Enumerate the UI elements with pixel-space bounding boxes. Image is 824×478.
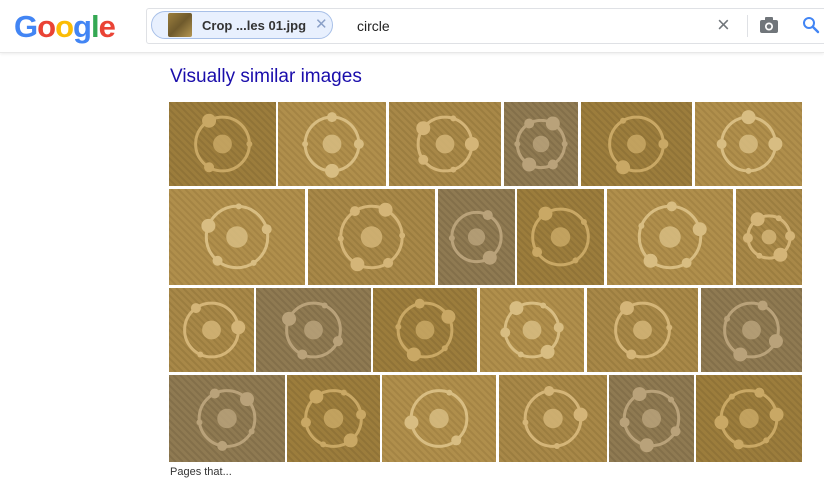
crop-circle-yin-yang-image[interactable]: [581, 102, 692, 186]
search-input[interactable]: [355, 17, 699, 35]
crop-circle-double-ring-image[interactable]: [382, 375, 496, 462]
crop-circle-grid-image[interactable]: [169, 375, 285, 462]
crop-circle-bar-image[interactable]: [499, 375, 607, 462]
search-icon[interactable]: [802, 16, 820, 39]
interlocking-rings-image[interactable]: [373, 288, 477, 372]
crop-circle-mandala-image[interactable]: [517, 189, 604, 285]
crop-circle-molecule-image[interactable]: [169, 102, 276, 186]
crop-circle-lines-image[interactable]: [278, 102, 386, 186]
crop-circle-tail-image[interactable]: [504, 102, 578, 186]
section-title-visually-similar[interactable]: Visually similar images: [170, 66, 362, 88]
image-query-chip[interactable]: Crop ...les 01.jpg ✕: [151, 11, 333, 39]
remove-image-icon[interactable]: ✕: [315, 15, 328, 33]
logo-letter: o: [37, 9, 56, 44]
ornate-ironwork-image[interactable]: [701, 288, 802, 372]
search-box[interactable]: Crop ...les 01.jpg ✕ ×: [146, 8, 824, 44]
google-logo[interactable]: Google: [14, 9, 116, 45]
circle-pendant-image[interactable]: [169, 288, 254, 372]
header-bar: Google Crop ...les 01.jpg ✕ ×: [0, 0, 824, 53]
camera-icon[interactable]: [759, 16, 779, 39]
crop-circle-crescent-image[interactable]: [695, 102, 802, 186]
logo-letter: l: [90, 9, 100, 44]
crop-circle-trail-image[interactable]: [308, 189, 435, 285]
crop-circle-eye-image[interactable]: [480, 288, 584, 372]
footer-text: Pages that...: [170, 466, 232, 478]
logo-letter: G: [14, 9, 38, 44]
crop-circle-triangle-image[interactable]: [389, 102, 501, 186]
logo-letter: g: [73, 9, 92, 44]
crop-circle-pyramid-image[interactable]: [438, 189, 515, 285]
crop-circle-partial-image[interactable]: [736, 189, 802, 285]
circle-lamp-image[interactable]: [287, 375, 380, 462]
query-image-thumbnail: [168, 13, 192, 37]
table-lamp-image[interactable]: [609, 375, 694, 462]
crop-circle-triskelion-image[interactable]: [696, 375, 802, 462]
logo-letter: o: [55, 9, 74, 44]
crop-circle-spiral-image[interactable]: [256, 288, 371, 372]
logo-letter: e: [98, 9, 116, 44]
crop-circle-ring-image[interactable]: [607, 189, 733, 285]
divider: [747, 15, 748, 37]
clear-icon[interactable]: ×: [717, 12, 730, 38]
crop-circle-flower-image[interactable]: [169, 189, 305, 285]
crop-circle-dots-image[interactable]: [587, 288, 698, 372]
query-image-filename: Crop ...les 01.jpg: [202, 18, 307, 33]
